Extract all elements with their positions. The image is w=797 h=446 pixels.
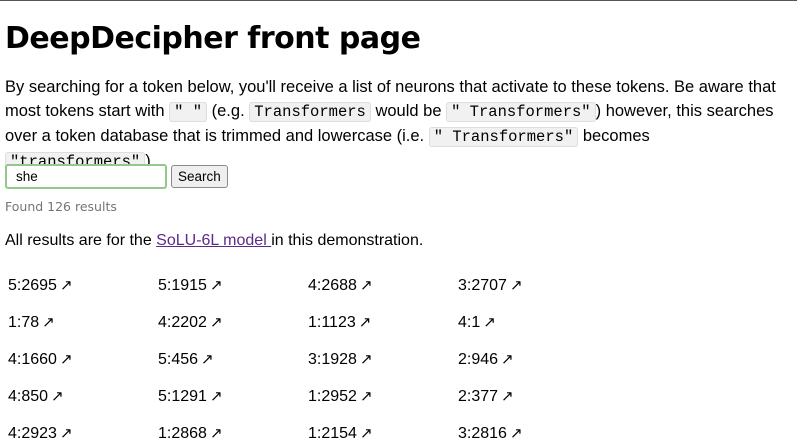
external-link-icon: ↗ xyxy=(209,277,223,294)
external-link-icon: ↗ xyxy=(483,314,496,331)
code-space-token: " " xyxy=(169,102,208,122)
neuron-result-link[interactable]: 5:456 ↗ xyxy=(158,350,214,369)
note-text: in this demonstration. xyxy=(271,232,424,249)
external-link-icon: ↗ xyxy=(59,351,73,368)
model-note: All results are for the SoLU-6L model in… xyxy=(5,232,423,250)
desc-text: would be xyxy=(370,102,447,120)
search-input[interactable] xyxy=(5,164,167,189)
external-link-icon: ↗ xyxy=(209,388,223,405)
neuron-id: 3:2816 xyxy=(458,425,507,442)
neuron-id: 4:1660 xyxy=(8,351,57,368)
neuron-result-link[interactable]: 1:2952 ↗ xyxy=(308,387,373,406)
external-link-icon: ↗ xyxy=(209,314,223,331)
external-link-icon: ↗ xyxy=(359,351,373,368)
results-count: Found 126 results xyxy=(5,199,117,214)
external-link-icon: ↗ xyxy=(359,425,373,442)
neuron-result-link[interactable]: 5:2695 ↗ xyxy=(8,276,73,295)
external-link-icon: ↗ xyxy=(358,314,372,331)
neuron-result-link[interactable]: 1:2868 ↗ xyxy=(158,424,223,443)
external-link-icon: ↗ xyxy=(509,425,523,442)
model-link[interactable]: SoLU-6L model xyxy=(156,232,271,249)
neuron-result-link[interactable]: 1:78 ↗ xyxy=(8,313,55,332)
neuron-id: 4:1 xyxy=(458,314,481,331)
neuron-result-link[interactable]: 3:2707 ↗ xyxy=(458,276,523,295)
page-title: DeepDecipher front page xyxy=(5,21,421,56)
neuron-result-link[interactable]: 5:1915 ↗ xyxy=(158,276,223,295)
neuron-result-link[interactable]: 4:2923 ↗ xyxy=(8,424,73,443)
neuron-id: 1:2868 xyxy=(158,425,207,442)
note-text: All results are for the xyxy=(5,232,157,249)
external-link-icon: ↗ xyxy=(201,351,214,368)
search-form: Search xyxy=(5,164,228,189)
external-link-icon: ↗ xyxy=(509,277,523,294)
neuron-result-link[interactable]: 2:946 ↗ xyxy=(458,350,514,369)
external-link-icon: ↗ xyxy=(59,277,73,294)
external-link-icon: ↗ xyxy=(501,388,514,405)
code-space-transformers-2: " Transformers" xyxy=(428,127,579,147)
neuron-id: 3:1928 xyxy=(308,351,357,368)
neuron-id: 4:850 xyxy=(8,388,49,405)
external-link-icon: ↗ xyxy=(501,351,514,368)
external-link-icon: ↗ xyxy=(59,425,73,442)
search-button[interactable]: Search xyxy=(171,165,228,188)
neuron-result-link[interactable]: 4:2688 ↗ xyxy=(308,276,373,295)
desc-text: (e.g. xyxy=(207,102,250,120)
neuron-result-link[interactable]: 4:2202 ↗ xyxy=(158,313,223,332)
neuron-id: 1:78 xyxy=(8,314,40,331)
neuron-id: 5:2695 xyxy=(8,277,57,294)
code-space-transformers: " Transformers" xyxy=(446,102,596,122)
neuron-id: 4:2923 xyxy=(8,425,57,442)
neuron-id: 3:2707 xyxy=(458,277,507,294)
neuron-id: 1:1123 xyxy=(308,314,356,331)
description: By searching for a token below, you'll r… xyxy=(5,75,795,174)
neuron-id: 4:2688 xyxy=(308,277,357,294)
neuron-result-link[interactable]: 4:1 ↗ xyxy=(458,313,496,332)
neuron-id: 2:377 xyxy=(458,388,499,405)
neuron-result-link[interactable]: 4:1660 ↗ xyxy=(8,350,73,369)
external-link-icon: ↗ xyxy=(51,388,64,405)
neuron-result-link[interactable]: 3:2816 ↗ xyxy=(458,424,523,443)
external-link-icon: ↗ xyxy=(359,277,373,294)
code-transformers: Transformers xyxy=(249,102,371,122)
neuron-result-link[interactable]: 5:1291 ↗ xyxy=(158,387,223,406)
neuron-result-link[interactable]: 1:2154 ↗ xyxy=(308,424,373,443)
neuron-result-link[interactable]: 2:377 ↗ xyxy=(458,387,514,406)
neuron-result-link[interactable]: 1:1123 ↗ xyxy=(308,313,371,332)
external-link-icon: ↗ xyxy=(359,388,373,405)
neuron-result-link[interactable]: 3:1928 ↗ xyxy=(308,350,373,369)
neuron-id: 4:2202 xyxy=(158,314,207,331)
neuron-id: 1:2952 xyxy=(308,388,357,405)
neuron-id: 5:1915 xyxy=(158,277,207,294)
neuron-id: 5:456 xyxy=(158,351,199,368)
neuron-id: 5:1291 xyxy=(158,388,207,405)
desc-text: becomes xyxy=(578,127,650,145)
external-link-icon: ↗ xyxy=(42,314,55,331)
neuron-id: 1:2154 xyxy=(308,425,357,442)
neuron-id: 2:946 xyxy=(458,351,499,368)
neuron-result-link[interactable]: 4:850 ↗ xyxy=(8,387,64,406)
external-link-icon: ↗ xyxy=(209,425,223,442)
